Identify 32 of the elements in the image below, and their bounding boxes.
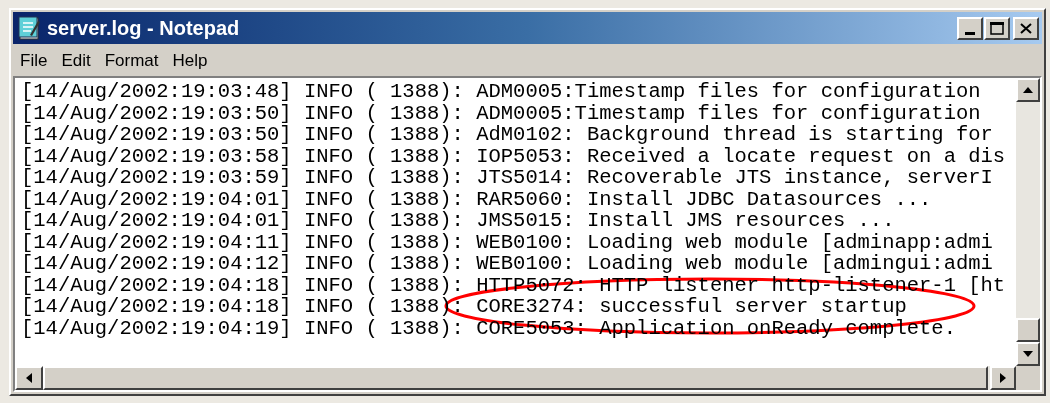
window-title: server.log - Notepad xyxy=(47,18,240,38)
vertical-scrollbar[interactable] xyxy=(1016,78,1040,366)
down-arrow-icon xyxy=(1023,351,1033,357)
size-grip[interactable] xyxy=(1016,366,1040,390)
maximize-button[interactable] xyxy=(984,16,1010,40)
log-line: [14/Aug/2002:19:04:01] INFO ( 1388): JMS5015: Install JMS resources ... xyxy=(21,210,895,232)
scroll-down-button[interactable] xyxy=(1016,342,1040,366)
minimize-icon xyxy=(965,31,975,35)
log-line: [14/Aug/2002:19:03:58] INFO ( 1388): IOP5053: Received a locate request on a dis xyxy=(21,145,1006,167)
log-line: [14/Aug/2002:19:04:11] INFO ( 1388): WEB0100: Loading web module [adminapp:admi xyxy=(21,231,993,253)
scroll-up-button[interactable] xyxy=(1016,78,1040,102)
menu-item[interactable]: File xyxy=(17,51,51,69)
minimize-button[interactable] xyxy=(957,16,983,40)
menu-item[interactable]: Help xyxy=(169,51,211,69)
text-area[interactable] xyxy=(13,76,1042,392)
log-line: [14/Aug/2002:19:03:50] INFO ( 1388): ADM0005:Timestamp files for configuration xyxy=(21,102,981,124)
up-arrow-icon xyxy=(1023,87,1033,93)
log-line: [14/Aug/2002:19:03:59] INFO ( 1388): JTS5014: Recoverable JTS instance, serverI xyxy=(21,167,993,189)
log-line: [14/Aug/2002:19:04:01] INFO ( 1388): RAR5060: Install JDBC Datasources ... xyxy=(21,188,932,210)
maximize-icon xyxy=(990,21,1004,35)
scroll-left-button[interactable] xyxy=(15,366,43,390)
left-arrow-icon xyxy=(26,373,32,383)
close-button[interactable] xyxy=(1013,16,1039,40)
scroll-right-button[interactable] xyxy=(990,366,1016,390)
log-line: [14/Aug/2002:19:03:48] INFO ( 1388): ADM0005:Timestamp files for configuration xyxy=(21,81,981,103)
menu-item[interactable]: Format xyxy=(101,51,162,69)
log-line: [14/Aug/2002:19:03:50] INFO ( 1388): AdM0102: Background thread is starting for xyxy=(21,124,993,146)
notepad-icon xyxy=(16,15,42,41)
right-arrow-icon xyxy=(1000,373,1006,383)
menu-item[interactable]: Edit xyxy=(58,51,94,69)
log-line: [14/Aug/2002:19:04:12] INFO ( 1388): WEB0100: Loading web module [admingui:admi xyxy=(21,253,993,275)
close-icon xyxy=(1020,22,1032,34)
